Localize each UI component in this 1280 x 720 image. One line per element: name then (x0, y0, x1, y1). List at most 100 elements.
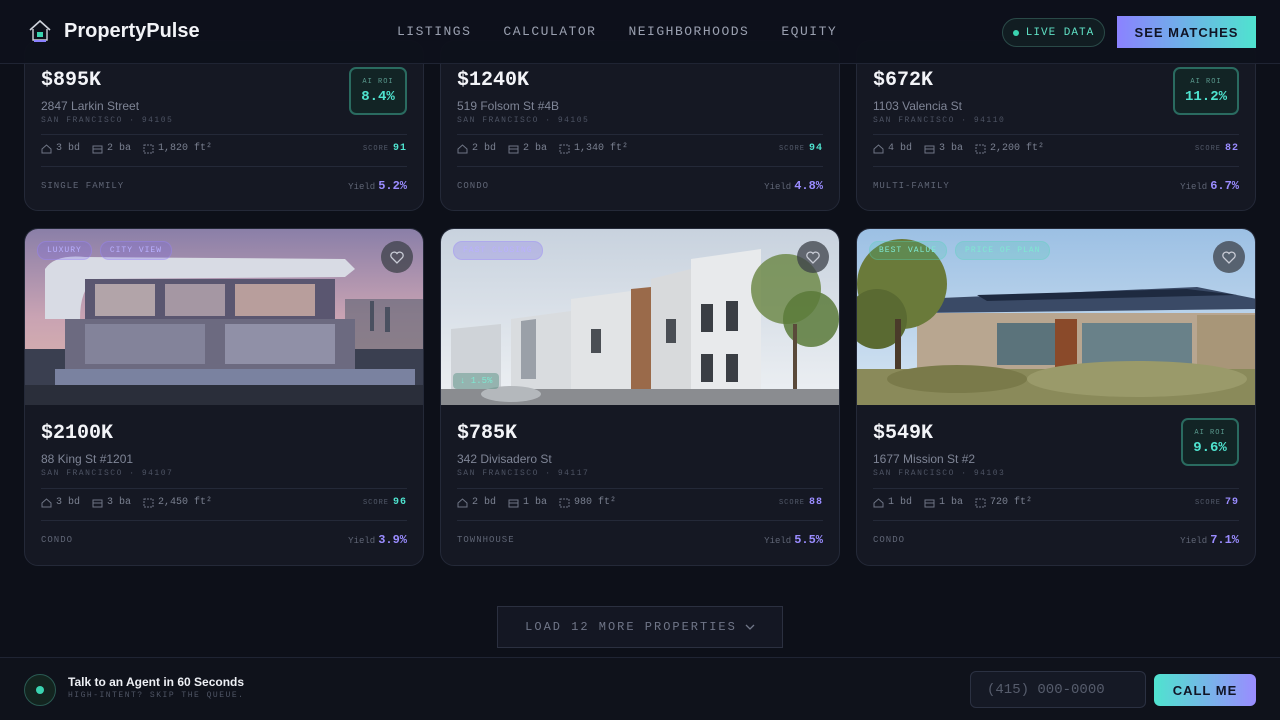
card-footer: MULTI-FAMILY Yield 6.7% (873, 179, 1239, 193)
property-card[interactable]: $895K 2847 Larkin Street SAN FRANCISCO ·… (24, 40, 424, 211)
baths-stat: 2 ba (92, 143, 131, 154)
divider (457, 166, 823, 167)
bath-icon (508, 145, 519, 153)
tag-fast-closing: FAST CLOSING (453, 241, 543, 260)
agent-bar: Talk to an Agent in 60 Seconds HIGH-INTE… (0, 657, 1280, 720)
nav-calculator[interactable]: CALCULATOR (503, 24, 596, 39)
yield: Yield 5.5% (764, 533, 823, 547)
baths-stat: 3 ba (924, 143, 963, 154)
tag-price-of-plan: PRICE OF PLAN (955, 241, 1051, 260)
bed-icon (457, 497, 468, 507)
yield: Yield 7.1% (1180, 533, 1239, 547)
live-data-label: LIVE DATA (1025, 26, 1095, 39)
property-type: CONDO (41, 535, 74, 545)
divider (457, 520, 823, 521)
property-type: SINGLE FAMILY (41, 181, 125, 191)
ai-roi-label: AI ROI (1190, 77, 1222, 86)
card-footer: CONDO Yield 3.9% (41, 533, 407, 547)
property-card[interactable]: $1240K 519 Folsom St #4B SAN FRANCISCO ·… (440, 40, 840, 211)
bath-icon (508, 499, 519, 507)
stats-row: 3 bd 3 ba 2,450 ft² SCORE 96 (41, 497, 407, 508)
ai-roi-badge: AI ROI 8.4% (349, 67, 407, 115)
tag-city-view: CITY VIEW (99, 241, 173, 260)
area-icon (143, 144, 154, 153)
nav-equity[interactable]: EQUITY (781, 24, 837, 39)
city-zip: SAN FRANCISCO · 94107 (41, 469, 174, 478)
bath-icon (92, 499, 103, 507)
brand-name[interactable]: PropertyPulse (64, 20, 200, 43)
card-footer: CONDO Yield 7.1% (873, 533, 1239, 547)
stats-row: 2 bd 2 ba 1,340 ft² SCORE 94 (457, 143, 823, 154)
nav-neighborhoods[interactable]: NEIGHBORHOODS (628, 24, 749, 39)
divider (873, 520, 1239, 521)
stats-row: 1 bd 1 ba 720 ft² SCORE 79 (873, 497, 1239, 508)
divider (41, 520, 407, 521)
call-me-button[interactable]: CALL ME (1154, 674, 1256, 706)
area-stat: 720 ft² (975, 497, 1032, 508)
beds-stat: 1 bd (873, 497, 912, 508)
divider (873, 166, 1239, 167)
bed-icon (41, 143, 52, 153)
see-matches-button[interactable]: SEE MATCHES (1117, 16, 1256, 48)
divider (873, 134, 1239, 135)
score: SCORE 79 (1194, 497, 1239, 508)
yield: Yield 3.9% (348, 533, 407, 547)
favorite-button[interactable] (797, 241, 829, 273)
property-type: CONDO (873, 535, 906, 545)
beds-stat: 2 bd (457, 497, 496, 508)
card-body: $672K 1103 Valencia St SAN FRANCISCO · 9… (873, 67, 1239, 209)
divider (41, 488, 407, 489)
heart-icon (806, 250, 820, 264)
property-card[interactable]: BEST VALUE PRICE OF PLAN $549K 1677 Miss… (856, 228, 1256, 566)
bath-icon (92, 145, 103, 153)
divider (41, 134, 407, 135)
load-more-button[interactable]: LOAD 12 MORE PROPERTIES (497, 606, 783, 648)
stats-row: 3 bd 2 ba 1,820 ft² SCORE 91 (41, 143, 407, 154)
tag-best-value: BEST VALUE (869, 241, 948, 260)
score: SCORE 96 (362, 497, 407, 508)
property-card[interactable]: LUXURY CITY VIEW $2100K 88 King St #1201… (24, 228, 424, 566)
ai-roi-badge: AI ROI 9.6% (1181, 418, 1239, 466)
property-photo[interactable]: FAST CLOSING ↓ 1.5% (441, 229, 839, 405)
property-photo[interactable]: BEST VALUE PRICE OF PLAN (857, 229, 1255, 405)
price: $2100K (41, 422, 114, 445)
yield: Yield 6.7% (1180, 179, 1239, 193)
favorite-button[interactable] (1213, 241, 1245, 273)
stats-row: 2 bd 1 ba 980 ft² SCORE 88 (457, 497, 823, 508)
bed-icon (457, 143, 468, 153)
card-footer: CONDO Yield 4.8% (457, 179, 823, 193)
beds-stat: 3 bd (41, 497, 80, 508)
nav-listings[interactable]: LISTINGS (397, 24, 471, 39)
baths-stat: 1 ba (508, 497, 547, 508)
ai-roi-value: 11.2% (1184, 88, 1227, 105)
price: $785K (457, 422, 518, 445)
stats-row: 4 bd 3 ba 2,200 ft² SCORE 82 (873, 143, 1239, 154)
property-card[interactable]: $672K 1103 Valencia St SAN FRANCISCO · 9… (856, 40, 1256, 211)
property-photo[interactable]: LUXURY CITY VIEW (25, 229, 423, 405)
property-type: CONDO (457, 181, 490, 191)
load-more-label: LOAD 12 MORE PROPERTIES (525, 620, 737, 634)
area-icon (559, 498, 570, 507)
beds-stat: 4 bd (873, 143, 912, 154)
card-body: $1240K 519 Folsom St #4B SAN FRANCISCO ·… (457, 69, 823, 209)
phone-input[interactable] (970, 671, 1146, 708)
ai-roi-value: 8.4% (361, 88, 395, 105)
price: $1240K (457, 69, 530, 92)
live-data-badge: LIVE DATA (1002, 18, 1105, 47)
divider (41, 166, 407, 167)
top-header: PropertyPulse LISTINGS CALCULATOR NEIGHB… (0, 0, 1280, 64)
card-footer: SINGLE FAMILY Yield 5.2% (41, 179, 407, 193)
bed-icon (873, 497, 884, 507)
area-stat: 980 ft² (559, 497, 616, 508)
house-logo-icon[interactable] (28, 18, 52, 44)
baths-stat: 1 ba (924, 497, 963, 508)
favorite-button[interactable] (381, 241, 413, 273)
area-stat: 1,340 ft² (559, 143, 628, 154)
address: 519 Folsom St #4B (457, 99, 560, 113)
score: SCORE 88 (778, 497, 823, 508)
divider (457, 134, 823, 135)
property-type: TOWNHOUSE (457, 535, 515, 545)
property-card[interactable]: FAST CLOSING ↓ 1.5% $785K 342 Divisadero… (440, 228, 840, 566)
address: 342 Divisadero St (457, 452, 552, 466)
city-zip: SAN FRANCISCO · 94105 (457, 116, 590, 125)
